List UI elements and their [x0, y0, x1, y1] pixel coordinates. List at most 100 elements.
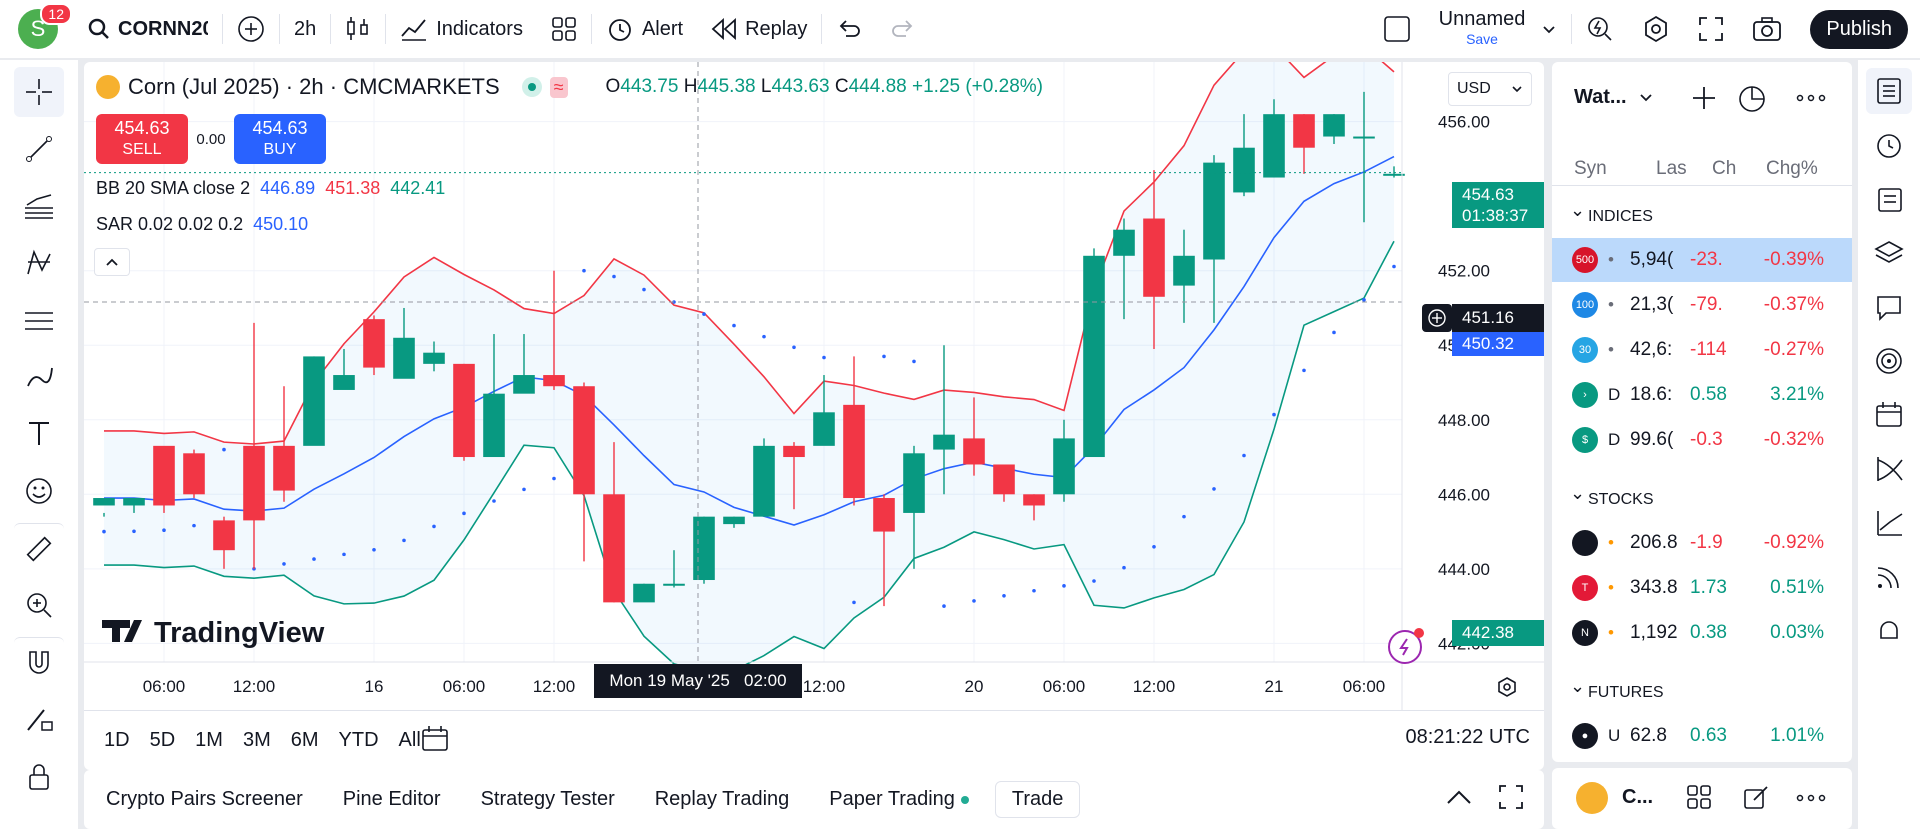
- market-status-icon[interactable]: [521, 77, 542, 97]
- watchlist-row[interactable]: • 206.8 -1.9 -0.92%: [1552, 521, 1852, 565]
- range-3m[interactable]: 3M: [243, 729, 271, 752]
- settings-button[interactable]: [1628, 0, 1684, 58]
- brush-tool[interactable]: [14, 352, 64, 402]
- emoji-tool[interactable]: [14, 466, 64, 516]
- watchlist-section[interactable]: STOCKS ⌄: [1570, 483, 1654, 509]
- interval-button[interactable]: 2h: [280, 0, 330, 58]
- watchlist-row[interactable]: ● U 62.8 0.63 1.01%: [1552, 714, 1852, 758]
- column-header[interactable]: Ch: [1712, 158, 1736, 180]
- undo-button[interactable]: [822, 0, 876, 58]
- lock-drawing-tool[interactable]: [14, 694, 64, 744]
- crosshair-tool[interactable]: [14, 67, 64, 117]
- range-6m[interactable]: 6M: [291, 729, 319, 752]
- column-header[interactable]: Chg%: [1766, 158, 1818, 180]
- watchlist-row[interactable]: T • 343.8 1.73 0.51%: [1552, 566, 1852, 610]
- currency-select[interactable]: USD: [1448, 72, 1532, 106]
- wave-icon[interactable]: ≈: [549, 76, 568, 98]
- zoom-tool[interactable]: [14, 580, 64, 630]
- buy-button[interactable]: 454.63 BUY: [234, 114, 326, 164]
- pattern-tool[interactable]: [14, 238, 64, 288]
- notifications-toggle[interactable]: [1866, 608, 1912, 654]
- watchlist-section[interactable]: INDICES ⌄: [1570, 200, 1653, 226]
- save-label[interactable]: Save: [1439, 29, 1526, 49]
- chat-toggle[interactable]: [1866, 284, 1912, 330]
- layout-select[interactable]: Unnamed Save: [1369, 0, 1572, 58]
- magnet-tool[interactable]: [14, 637, 64, 687]
- edit-icon[interactable]: [1742, 784, 1770, 812]
- maximize-panel-button[interactable]: [1498, 784, 1524, 816]
- forecast-tool[interactable]: [14, 295, 64, 345]
- publish-button[interactable]: Publish: [1810, 9, 1908, 49]
- watchlist-toggle[interactable]: [1866, 68, 1912, 114]
- quick-search-button[interactable]: [1572, 0, 1628, 58]
- options-toggle[interactable]: [1866, 446, 1912, 492]
- sar-dot: [972, 599, 976, 603]
- user-avatar[interactable]: S 12: [18, 3, 72, 49]
- fib-tool[interactable]: [14, 181, 64, 231]
- snapshot-button[interactable]: [1738, 0, 1796, 58]
- watchlist-row[interactable]: $ D 99.6(-0.3 -0.32%: [1552, 418, 1852, 462]
- watchlist-row[interactable]: › D 18.6: 0.58 3.21%: [1552, 373, 1852, 417]
- redo-button[interactable]: [876, 0, 930, 58]
- watchlist-row[interactable]: 500 • 5,94(-23. -0.39%: [1552, 238, 1852, 282]
- symbol-search[interactable]: CORNN2025: [74, 0, 222, 58]
- add-symbol-button[interactable]: [1690, 84, 1718, 117]
- templates-button[interactable]: [537, 0, 591, 58]
- column-header[interactable]: Syn: [1574, 158, 1607, 180]
- column-header[interactable]: Las: [1656, 158, 1687, 180]
- sar-dot: [1272, 412, 1276, 417]
- text-tool[interactable]: [14, 409, 64, 459]
- range-1d[interactable]: 1D: [104, 729, 130, 752]
- axis-settings-button[interactable]: [1496, 676, 1518, 703]
- measure-tool[interactable]: [14, 523, 64, 573]
- ideas-toggle[interactable]: [1866, 338, 1912, 384]
- calendar-toggle[interactable]: [1866, 392, 1912, 438]
- chart-type-button[interactable]: [331, 0, 385, 58]
- alerts-toggle[interactable]: [1866, 122, 1912, 168]
- fullscreen-button[interactable]: [1684, 0, 1738, 58]
- lightning-badge-icon[interactable]: [1388, 628, 1424, 664]
- tab-strategy-tester[interactable]: Strategy Tester: [461, 788, 635, 811]
- sell-button[interactable]: 454.63 SELL: [96, 114, 188, 164]
- expand-panel-button[interactable]: [1446, 788, 1472, 811]
- lock-tool[interactable]: [14, 751, 64, 801]
- replay-button[interactable]: Replay: [697, 0, 821, 58]
- tab-pine-editor[interactable]: Pine Editor: [323, 788, 461, 811]
- streams-toggle[interactable]: [1866, 554, 1912, 600]
- range-ytd[interactable]: YTD: [339, 729, 379, 752]
- chart-panel[interactable]: 456.00452.00450.00448.00446.00444.00442.…: [84, 62, 1544, 770]
- compare-button[interactable]: [223, 0, 279, 58]
- watchlist-row[interactable]: 100 • 21,3(-79. -0.37%: [1552, 283, 1852, 327]
- clock-display[interactable]: 08:21:22 UTC: [1405, 726, 1530, 749]
- more-options-button[interactable]: [1796, 90, 1826, 108]
- symbol-name: U: [1608, 726, 1621, 745]
- range-1m[interactable]: 1M: [195, 729, 223, 752]
- tab-trade[interactable]: Trade: [994, 781, 1081, 818]
- symbol-title[interactable]: Corn (Jul 2025) · 2h · CMCMARKETS: [128, 74, 500, 100]
- dots-icon[interactable]: [1796, 793, 1826, 803]
- range-all[interactable]: All: [399, 729, 421, 752]
- grid-icon[interactable]: [1686, 784, 1712, 810]
- tab-replay-trading[interactable]: Replay Trading: [635, 788, 810, 811]
- sar-indicator-legend[interactable]: SAR 0.02 0.02 0.2 450.10: [96, 214, 308, 235]
- sar-dot: [102, 529, 106, 534]
- watchlist-row[interactable]: 30 • 42,6: -114 -0.27%: [1552, 328, 1852, 372]
- watchlist-section[interactable]: FUTURES ⌄: [1570, 676, 1664, 702]
- tab-crypto-pairs-screener[interactable]: Crypto Pairs Screener: [86, 788, 323, 811]
- tab-paper-trading[interactable]: Paper Trading: [809, 788, 989, 811]
- screener-toggle[interactable]: [1866, 500, 1912, 546]
- news-toggle[interactable]: [1866, 176, 1912, 222]
- layers-toggle[interactable]: [1866, 230, 1912, 276]
- advanced-view-button[interactable]: [1736, 82, 1768, 119]
- range-5d[interactable]: 5D: [150, 729, 176, 752]
- date-range-button[interactable]: [420, 724, 450, 759]
- price-chart[interactable]: 456.00452.00450.00448.00446.00444.00442.…: [84, 62, 1544, 770]
- trendline-tool[interactable]: [14, 124, 64, 174]
- alert-button[interactable]: Alert: [592, 0, 697, 58]
- bb-indicator-legend[interactable]: BB 20 SMA close 2 446.89 451.38 442.41: [96, 178, 445, 199]
- collapse-legend-button[interactable]: [94, 248, 130, 276]
- watchlist-row[interactable]: N • 1,192 0.38 0.03%: [1552, 611, 1852, 655]
- watchlist-title[interactable]: Wat...: [1574, 86, 1653, 109]
- indicators-button[interactable]: Indicators: [386, 0, 537, 58]
- crosshair-add-button[interactable]: [1422, 304, 1452, 332]
